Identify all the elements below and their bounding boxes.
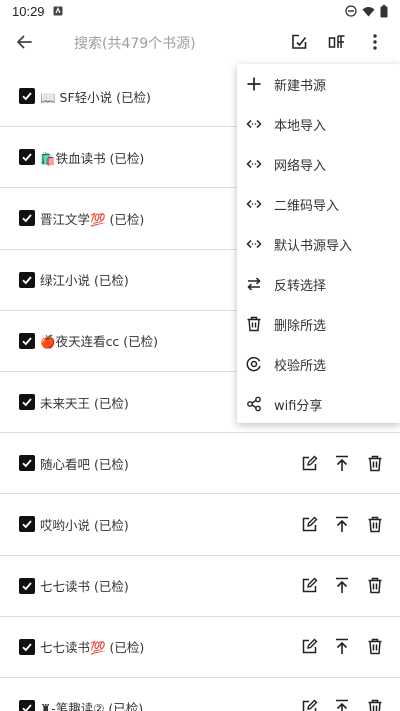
move-to-top-button[interactable] <box>332 576 352 596</box>
source-name: ♜-笔趣读② (已检) <box>40 701 144 711</box>
checkbox[interactable] <box>19 516 35 533</box>
source-name: 哎哟小说 (已检) <box>40 517 129 533</box>
check-circle-icon <box>245 355 263 373</box>
delete-button[interactable] <box>365 514 385 534</box>
menu-item-2[interactable]: 本地导入 <box>237 104 400 144</box>
delete-button[interactable] <box>365 637 385 657</box>
status-time: 10:29 <box>12 3 45 19</box>
menu-item-label: 新建书源 <box>274 78 327 94</box>
move-to-top-button[interactable] <box>332 453 352 473</box>
move-to-top-button[interactable] <box>332 514 352 534</box>
menu-item-8[interactable]: 校验所选 <box>237 344 400 384</box>
checkbox[interactable] <box>19 332 35 349</box>
menu-item-9[interactable]: wifi分享 <box>237 384 400 424</box>
delete-button[interactable] <box>365 453 385 473</box>
menu-item-label: wifi分享 <box>274 398 323 414</box>
list-item[interactable]: 七七读书💯 (已检) <box>0 617 400 678</box>
move-to-top-button[interactable] <box>332 698 352 711</box>
list-item[interactable]: 随心看吧 (已检) <box>0 433 400 495</box>
menu-item-3[interactable]: 网络导入 <box>237 144 400 184</box>
menu-item-label: 校验所选 <box>274 358 327 374</box>
menu-item-label: 本地导入 <box>274 118 327 134</box>
menu-item-label: 反转选择 <box>274 278 327 294</box>
delete-button[interactable] <box>365 698 385 711</box>
delete-button[interactable] <box>365 576 385 596</box>
arrow-left-icon <box>15 33 33 55</box>
battery-icon <box>380 4 388 18</box>
more-vert-icon <box>373 34 377 54</box>
checkbox[interactable] <box>19 699 35 711</box>
checkbox[interactable] <box>19 271 35 288</box>
share-icon <box>245 395 263 413</box>
code-icon <box>245 155 263 173</box>
edit-button[interactable] <box>299 698 319 711</box>
status-bar: 10:29 <box>0 0 400 22</box>
checkbox[interactable] <box>19 394 35 411</box>
menu-item-5[interactable]: 默认书源导入 <box>237 224 400 264</box>
notification-icon <box>53 6 63 16</box>
edit-square-icon <box>290 33 308 55</box>
swap-icon <box>245 275 263 293</box>
plus-icon <box>245 75 263 93</box>
edit-button[interactable] <box>299 514 319 534</box>
edit-button[interactable] <box>299 637 319 657</box>
menu-item-label: 网络导入 <box>274 158 327 174</box>
list-item[interactable]: 七七读书 (已检) <box>0 556 400 617</box>
overflow-menu: 新建书源 本地导入 网络导入 二维码导入 默认书源导入 反转选择 删除所选 校验… <box>237 64 400 423</box>
code-icon <box>245 115 263 133</box>
list-item[interactable]: ♜-笔趣读② (已检) <box>0 678 400 711</box>
back-button[interactable] <box>0 22 48 66</box>
menu-item-label: 二维码导入 <box>274 198 340 214</box>
checkbox[interactable] <box>19 577 35 594</box>
source-name: 🛍️铁血读书 (已检) <box>40 150 145 166</box>
menu-item-label: 删除所选 <box>274 318 327 334</box>
checkbox[interactable] <box>19 88 35 105</box>
select-all-button[interactable] <box>280 22 318 66</box>
source-name: 七七读书 (已检) <box>40 579 129 595</box>
source-name: 未来天王 (已检) <box>40 395 129 411</box>
group-icon <box>328 33 346 55</box>
wifi-icon <box>362 6 375 17</box>
menu-item-7[interactable]: 删除所选 <box>237 304 400 344</box>
code-icon <box>245 235 263 253</box>
edit-button[interactable] <box>299 576 319 596</box>
checkbox[interactable] <box>19 149 35 166</box>
dnd-icon <box>345 5 357 17</box>
source-name: 七七读书💯 (已检) <box>40 640 145 656</box>
search-input[interactable] <box>74 34 274 54</box>
checkbox[interactable] <box>19 210 35 227</box>
group-button[interactable] <box>318 22 356 66</box>
move-to-top-button[interactable] <box>332 637 352 657</box>
code-icon <box>245 195 263 213</box>
menu-item-6[interactable]: 反转选择 <box>237 264 400 304</box>
source-name: 📖 SF轻小说 (已检) <box>40 89 151 105</box>
edit-button[interactable] <box>299 453 319 473</box>
source-name: 晋江文学💯 (已检) <box>40 211 145 227</box>
source-name: 随心看吧 (已检) <box>40 456 129 472</box>
menu-item-label: 默认书源导入 <box>274 238 353 254</box>
menu-item-1[interactable]: 新建书源 <box>237 64 400 104</box>
checkbox[interactable] <box>19 638 35 655</box>
checkbox[interactable] <box>19 455 35 472</box>
list-item[interactable]: 哎哟小说 (已检) <box>0 494 400 556</box>
app-bar <box>0 22 400 66</box>
trash-icon <box>245 315 263 333</box>
menu-item-4[interactable]: 二维码导入 <box>237 184 400 224</box>
more-button[interactable] <box>356 22 394 66</box>
source-name: 🍎夜天连看cc (已检) <box>40 334 159 350</box>
source-name: 绿江小说 (已检) <box>40 273 129 289</box>
